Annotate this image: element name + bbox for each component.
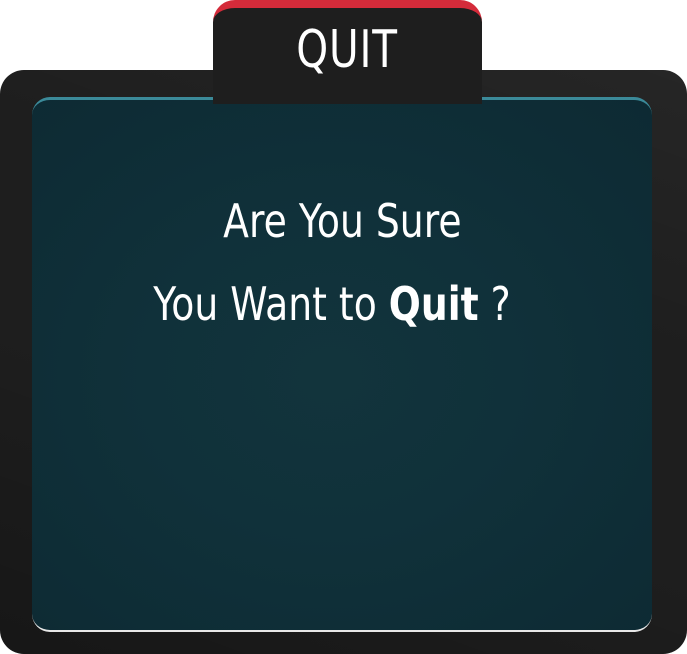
dialog-title: QUIT <box>296 20 399 80</box>
message-line-2: You Want to Quit ? <box>153 263 510 346</box>
confirmation-message: Are You Sure You Want to Quit ? <box>32 180 652 346</box>
message-line-2-prefix: You Want to <box>153 277 377 331</box>
title-tab: QUIT <box>213 0 482 104</box>
message-emphasis-quit: Quit <box>388 277 479 331</box>
message-panel: Are You Sure You Want to Quit ? <box>32 97 652 632</box>
message-question-mark: ? <box>490 277 511 331</box>
message-line-1: Are You Sure <box>222 194 462 248</box>
quit-dialog: QUIT Are You Sure You Want to Quit ? <box>0 0 687 654</box>
